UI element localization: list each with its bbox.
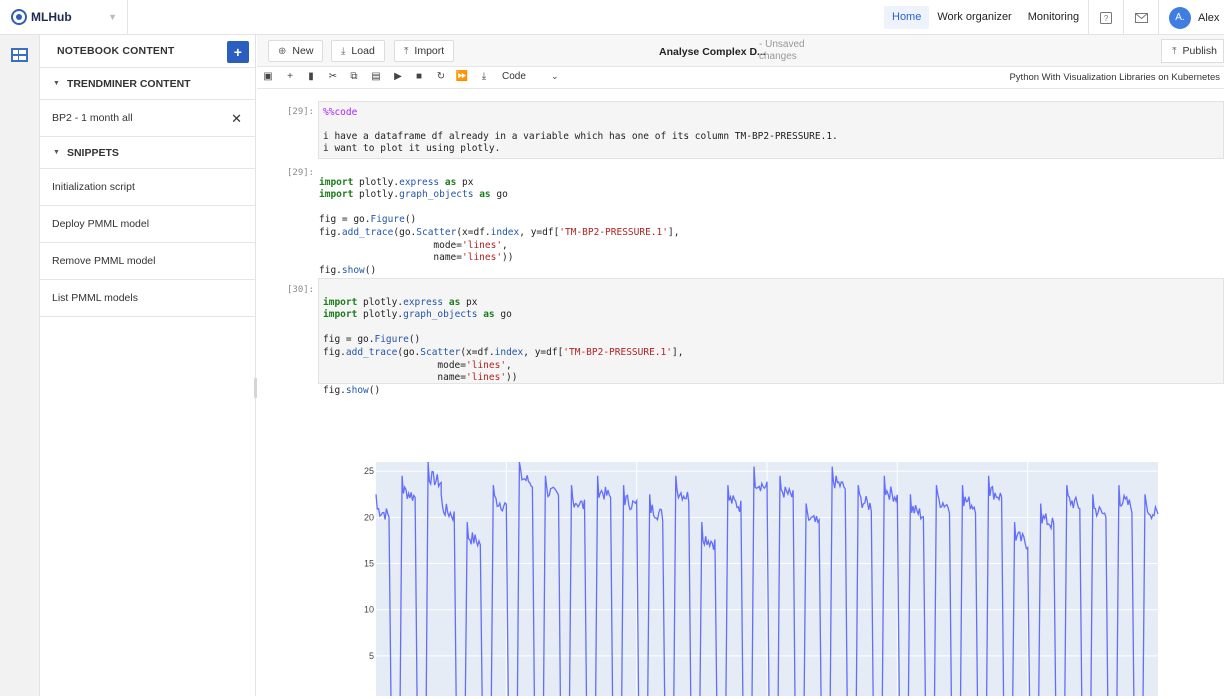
notebook-toolbar: ⊕ New ⤓ Load ⤒ Import Analyse Complex D.… xyxy=(257,35,1224,67)
user-name: Alex xyxy=(1198,11,1220,24)
avatar: A. xyxy=(1169,6,1191,29)
plot-output[interactable]: 2520151050 xyxy=(340,461,1170,699)
y-tick-label: 5 xyxy=(369,651,374,661)
y-tick-label: 15 xyxy=(364,559,374,569)
upload-icon: ⤒ xyxy=(404,45,409,57)
nav-monitoring[interactable]: Monitoring xyxy=(1020,6,1087,29)
snippet-item[interactable]: List PMML models xyxy=(40,280,255,317)
nav-work-organizer[interactable]: Work organizer xyxy=(929,6,1019,29)
mlhub-logo-icon xyxy=(11,9,27,25)
save-icon[interactable]: ▣ xyxy=(261,71,275,82)
notebook-command-bar: ▣ + ▮ ✂ ⧉ ▤ ▶ ■ ↻ ⏩ ⤓ Code ⌄ Python With… xyxy=(257,67,1224,89)
new-button-label: New xyxy=(292,45,314,57)
cell-prompt: [29]: xyxy=(287,168,315,178)
code-cell-editor[interactable]: %%code i have a dataframe df already in … xyxy=(318,101,1224,159)
chevron-down-icon[interactable]: ▼ xyxy=(108,12,117,22)
trendminer-item-label: BP2 - 1 month all xyxy=(52,112,133,124)
plus-circle-icon: ⊕ xyxy=(278,45,287,57)
cell-type-select[interactable]: Code xyxy=(502,71,526,82)
notebook-content-sidebar: NOTEBOOK CONTENT + ▼ TRENDMINER CONTENT … xyxy=(40,35,256,696)
notebook-title[interactable]: Analyse Complex D... xyxy=(659,46,766,58)
publish-button-label: Publish xyxy=(1182,45,1217,57)
caret-down-icon: ▼ xyxy=(53,149,60,156)
top-header: MLHub ▼ Home Work organizer Monitoring ?… xyxy=(0,0,1224,35)
help-icon[interactable]: ? xyxy=(1088,0,1123,35)
snippets-section-toggle[interactable]: ▼ SNIPPETS xyxy=(40,137,255,169)
trendminer-section-title: TRENDMINER CONTENT xyxy=(66,77,191,90)
line-chart[interactable]: 2520151050 xyxy=(340,461,1170,699)
download-icon[interactable]: ⤓ xyxy=(477,71,491,82)
y-tick-label: 20 xyxy=(364,512,374,522)
nav-home[interactable]: Home xyxy=(884,6,930,29)
upload-icon: ⤒ xyxy=(1172,45,1177,57)
cell-prompt: [29]: xyxy=(287,107,315,117)
import-button-label: Import xyxy=(414,45,445,57)
load-button-label: Load xyxy=(351,45,375,57)
sidebar-title: NOTEBOOK CONTENT xyxy=(57,45,175,57)
stop-icon[interactable]: ■ xyxy=(412,71,426,82)
add-content-button[interactable]: + xyxy=(227,41,249,63)
trendminer-item[interactable]: BP2 - 1 month all ✕ xyxy=(40,100,255,137)
trendminer-section-toggle[interactable]: ▼ TRENDMINER CONTENT xyxy=(40,68,255,100)
download-icon: ⤓ xyxy=(341,45,346,57)
code-cell[interactable]: import plotly.express as px import plotl… xyxy=(319,164,679,277)
notebook-content-icon[interactable] xyxy=(11,48,28,62)
app-brand[interactable]: MLHub ▼ xyxy=(0,0,128,35)
caret-down-icon: ▼ xyxy=(53,80,60,87)
delete-icon[interactable]: ▮ xyxy=(304,71,318,82)
cell-prompt: [30]: xyxy=(287,285,315,295)
kernel-name[interactable]: Python With Visualization Libraries on K… xyxy=(1009,72,1220,83)
code-cell-editor[interactable]: import plotly.express as px import plotl… xyxy=(318,278,1224,396)
app-name: MLHub xyxy=(31,10,72,24)
svg-text:?: ? xyxy=(1104,14,1109,23)
code-cell: import plotly.express as px import plotl… xyxy=(323,296,684,396)
mail-icon[interactable] xyxy=(1123,0,1158,35)
restart-icon[interactable]: ↻ xyxy=(434,71,448,82)
y-tick-label: 10 xyxy=(364,605,374,615)
sidebar-header: NOTEBOOK CONTENT + xyxy=(40,35,255,68)
cell-line: %%code xyxy=(323,107,358,118)
cut-icon[interactable]: ✂ xyxy=(326,71,340,82)
top-nav: Home Work organizer Monitoring xyxy=(884,6,1087,29)
insert-cell-icon[interactable]: + xyxy=(283,71,297,82)
snippet-item[interactable]: Deploy PMML model xyxy=(40,206,255,243)
paste-icon[interactable]: ▤ xyxy=(369,71,383,82)
y-tick-label: 25 xyxy=(364,466,374,476)
import-button[interactable]: ⤒ Import xyxy=(394,40,455,62)
chevron-down-icon[interactable]: ⌄ xyxy=(551,71,559,82)
copy-icon[interactable]: ⧉ xyxy=(347,71,361,82)
snippets-section-title: SNIPPETS xyxy=(66,146,119,159)
user-menu[interactable]: A. Alex xyxy=(1158,0,1224,35)
cell-line: i have a dataframe df already in a varia… xyxy=(323,131,838,142)
close-icon[interactable]: ✕ xyxy=(231,111,242,127)
new-button[interactable]: ⊕ New xyxy=(268,40,324,62)
snippet-item[interactable]: Remove PMML model xyxy=(40,243,255,280)
left-icon-rail xyxy=(0,35,40,696)
publish-button[interactable]: ⤒ Publish xyxy=(1161,39,1224,63)
cell-line: i want to plot it using plotly. xyxy=(323,143,501,154)
load-button[interactable]: ⤓ Load xyxy=(331,40,385,62)
unsaved-status: - Unsaved changes xyxy=(759,39,805,62)
run-all-icon[interactable]: ⏩ xyxy=(455,71,469,82)
snippet-item[interactable]: Initialization script xyxy=(40,169,255,206)
run-icon[interactable]: ▶ xyxy=(391,71,405,82)
